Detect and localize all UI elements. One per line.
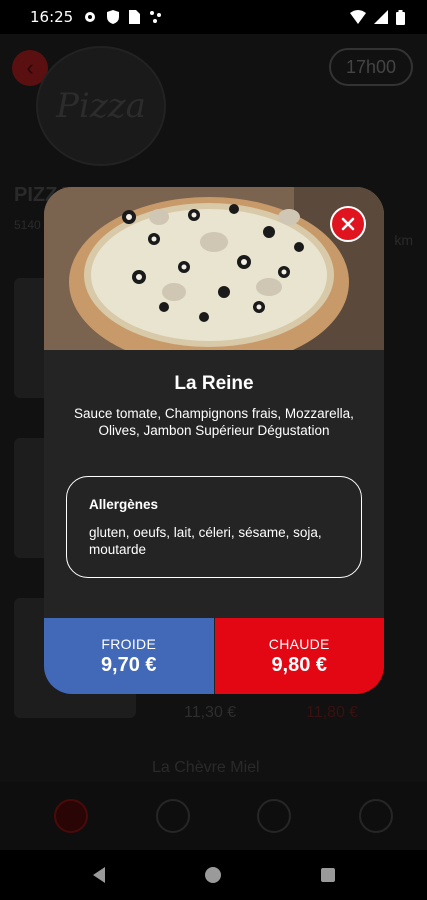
dots-icon (150, 11, 162, 23)
price-options: FROIDE 9,70 € CHAUDE 9,80 € (44, 618, 384, 694)
battery-icon (396, 9, 405, 25)
distance-label: km (394, 232, 413, 248)
allergens-box: Allergènes gluten, oeufs, lait, céleri, … (66, 476, 362, 578)
bg-price-froide[interactable]: 11,30 € (184, 704, 236, 722)
restaurant-logo: Pizza (36, 46, 166, 166)
system-recents-icon[interactable] (320, 868, 335, 882)
pickup-time-badge[interactable]: 17h00 (329, 48, 413, 86)
home-tab-icon[interactable] (53, 799, 88, 833)
chaude-price: 9,80 € (271, 653, 328, 676)
allergens-title: Allergènes (89, 497, 159, 512)
status-bar: 16:25 (0, 0, 427, 34)
froide-label: FROIDE (101, 635, 157, 652)
restaurant-subtitle: 5140 (14, 218, 41, 232)
status-time: 16:25 (30, 8, 74, 26)
logo-text: Pizza (56, 86, 146, 126)
pizza-image (44, 187, 384, 350)
profile-tab-icon[interactable] (257, 799, 292, 833)
close-icon (341, 217, 355, 231)
froide-price-button[interactable]: FROIDE 9,70 € (44, 618, 214, 694)
signal-icon (374, 10, 388, 24)
froide-price: 9,70 € (100, 653, 157, 676)
bg-price-chaude[interactable]: 11,80 € (306, 704, 358, 722)
system-home-icon[interactable] (204, 867, 221, 883)
allergens-list: gluten, oeufs, lait, céleri, sésame, soj… (89, 525, 322, 557)
wifi-icon (350, 10, 366, 24)
next-menu-item[interactable]: La Chèvre Miel (152, 759, 260, 777)
cart-tab-icon[interactable] (359, 799, 394, 833)
system-back-icon[interactable] (92, 867, 105, 883)
gear-icon (85, 12, 96, 22)
chaude-label: CHAUDE (268, 635, 330, 652)
product-title: La Reine (174, 373, 254, 394)
chaude-price-button[interactable]: CHAUDE 9,80 € (214, 618, 384, 694)
shield-icon (107, 10, 120, 24)
bottom-nav (0, 782, 427, 850)
product-modal: La Reine Sauce tomate, Champignons frais… (44, 187, 384, 694)
system-nav-bar (0, 850, 427, 900)
pizza-photo (44, 187, 384, 350)
close-button[interactable] (330, 206, 366, 242)
sim-icon (129, 10, 141, 24)
favorites-tab-icon[interactable] (155, 799, 190, 833)
product-description: Sauce tomate, Champignons frais, Mozzare… (74, 406, 354, 438)
